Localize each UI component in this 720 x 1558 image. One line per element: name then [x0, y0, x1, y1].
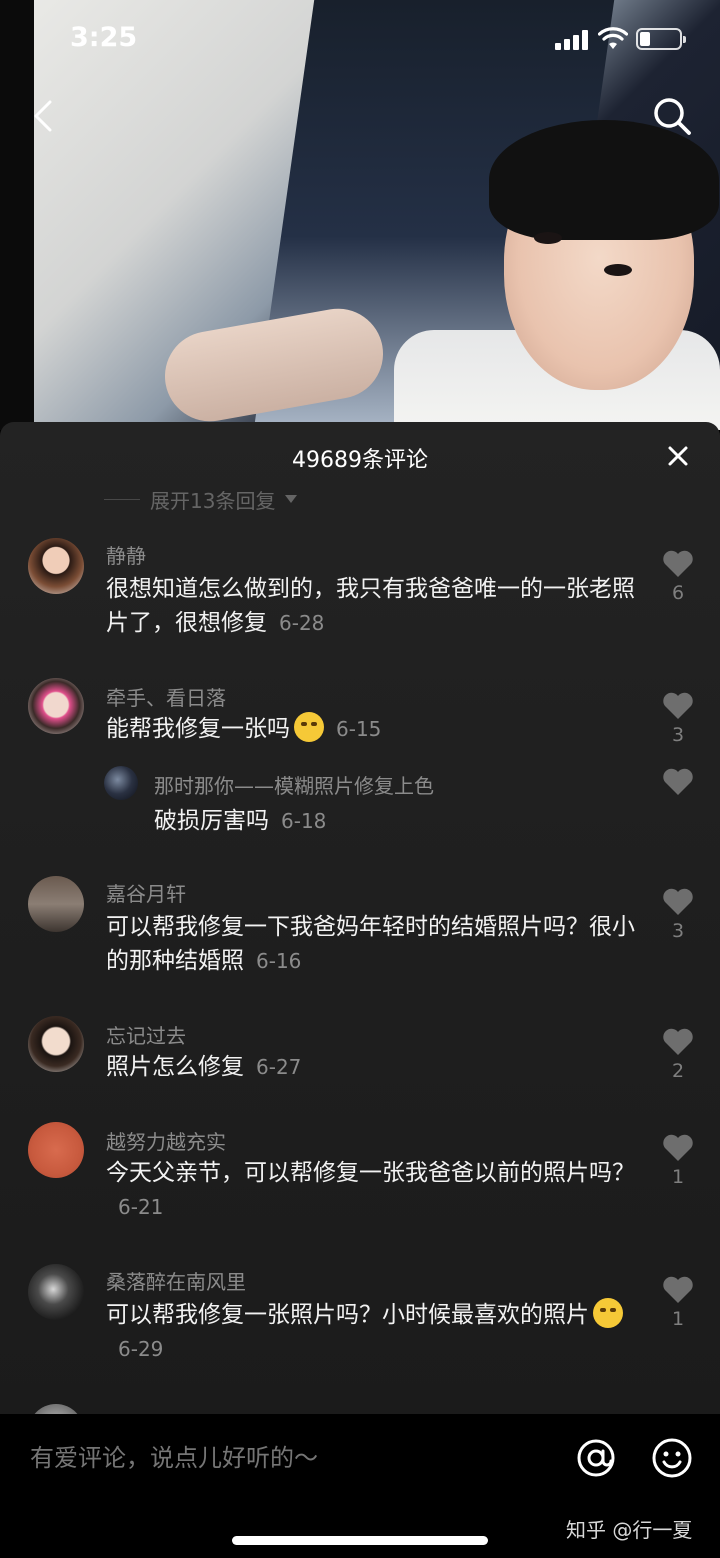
- blushing-emoji-icon: [593, 1298, 623, 1328]
- comment-text: 照片怎么修复 6-27: [106, 1054, 302, 1080]
- cellular-signal-icon: [555, 30, 589, 50]
- avatar[interactable]: [28, 678, 84, 734]
- heart-icon: [663, 1028, 693, 1055]
- reply-username[interactable]: 那时那你——模糊照片修复上色: [154, 770, 434, 799]
- comment-date: 6-27: [256, 1055, 302, 1079]
- home-indicator: [232, 1536, 488, 1545]
- comment-date: 6-18: [281, 809, 327, 833]
- comment-date: 6-15: [336, 717, 382, 741]
- comments-sheet: 49689条评论 展开13条回复 静静 很想知道怎么做到的，我只有我爸爸唯一的一…: [0, 422, 720, 1558]
- like-button[interactable]: 6: [660, 550, 696, 604]
- like-count: 3: [671, 724, 685, 746]
- comment-username[interactable]: 越努力越充实: [106, 1126, 226, 1155]
- status-time: 3:25: [70, 22, 138, 53]
- heart-icon: [663, 1276, 693, 1303]
- avatar[interactable]: [28, 1016, 84, 1072]
- comment-username[interactable]: 牵手、看日落: [106, 682, 226, 711]
- heart-icon: [663, 692, 693, 719]
- status-bar: 3:25: [0, 0, 720, 80]
- heart-icon: [663, 550, 693, 577]
- avatar[interactable]: [28, 538, 84, 594]
- like-button[interactable]: 2: [660, 1028, 696, 1082]
- like-count: 6: [671, 582, 685, 604]
- reply-text: 破损厉害吗 6-18: [154, 808, 327, 834]
- comment-username[interactable]: 嘉谷月轩: [106, 878, 186, 907]
- search-icon[interactable]: [650, 94, 694, 138]
- like-button[interactable]: 3: [660, 692, 696, 746]
- like-count: 1: [671, 1308, 685, 1330]
- heart-icon: [663, 888, 693, 915]
- comment-date: 6-16: [256, 949, 302, 973]
- comment-username[interactable]: 忘记过去: [106, 1020, 186, 1049]
- caret-down-icon: [285, 495, 298, 503]
- close-icon[interactable]: [664, 442, 692, 470]
- heart-icon: [663, 1134, 693, 1161]
- comment-date: 6-21: [118, 1195, 164, 1219]
- battery-icon: [636, 28, 686, 50]
- expand-replies-label: 展开13条回复: [150, 488, 276, 513]
- like-count: 3: [671, 920, 685, 942]
- comment-username[interactable]: 桑落醉在南风里: [106, 1266, 246, 1295]
- comment-username[interactable]: 静静: [106, 540, 146, 569]
- like-count: 2: [671, 1060, 685, 1082]
- comment-date: 6-29: [118, 1337, 164, 1361]
- like-count: 1: [671, 1166, 685, 1188]
- comment-count-title: 49689条评论: [292, 448, 428, 473]
- comment-text: 能帮我修复一张吗 6-15: [106, 712, 636, 746]
- like-button[interactable]: 1: [660, 1276, 696, 1330]
- comment-date: 6-28: [279, 611, 325, 635]
- like-button[interactable]: [660, 768, 696, 796]
- at-mention-icon[interactable]: [574, 1436, 618, 1480]
- expand-replies-button[interactable]: 展开13条回复: [104, 484, 298, 514]
- avatar[interactable]: [28, 876, 84, 932]
- like-button[interactable]: 1: [660, 1134, 696, 1188]
- avatar[interactable]: [28, 1264, 84, 1320]
- avatar[interactable]: [28, 1122, 84, 1178]
- heart-icon: [663, 768, 693, 795]
- comment-text: 可以帮我修复一下我爸妈年轻时的结婚照片吗？很小的那种结婚照 6-16: [106, 914, 635, 974]
- comment-text: 今天父亲节，可以帮修复一张我爸爸以前的照片吗？6-21: [106, 1160, 635, 1219]
- comment-text: 很想知道怎么做到的，我只有我爸爸唯一的一张老照片了，很想修复 6-28: [106, 576, 635, 636]
- comment-input[interactable]: [30, 1438, 510, 1478]
- watermark: 知乎 @行一夏: [566, 1518, 693, 1542]
- comment-text: 可以帮我修复一张照片吗？小时候最喜欢的照片6-29: [106, 1298, 636, 1366]
- avatar[interactable]: [104, 766, 138, 800]
- wifi-icon: [598, 27, 628, 49]
- back-button[interactable]: [26, 96, 62, 136]
- crying-emoji-icon: [294, 712, 324, 742]
- emoji-icon[interactable]: [650, 1436, 694, 1480]
- like-button[interactable]: 3: [660, 888, 696, 942]
